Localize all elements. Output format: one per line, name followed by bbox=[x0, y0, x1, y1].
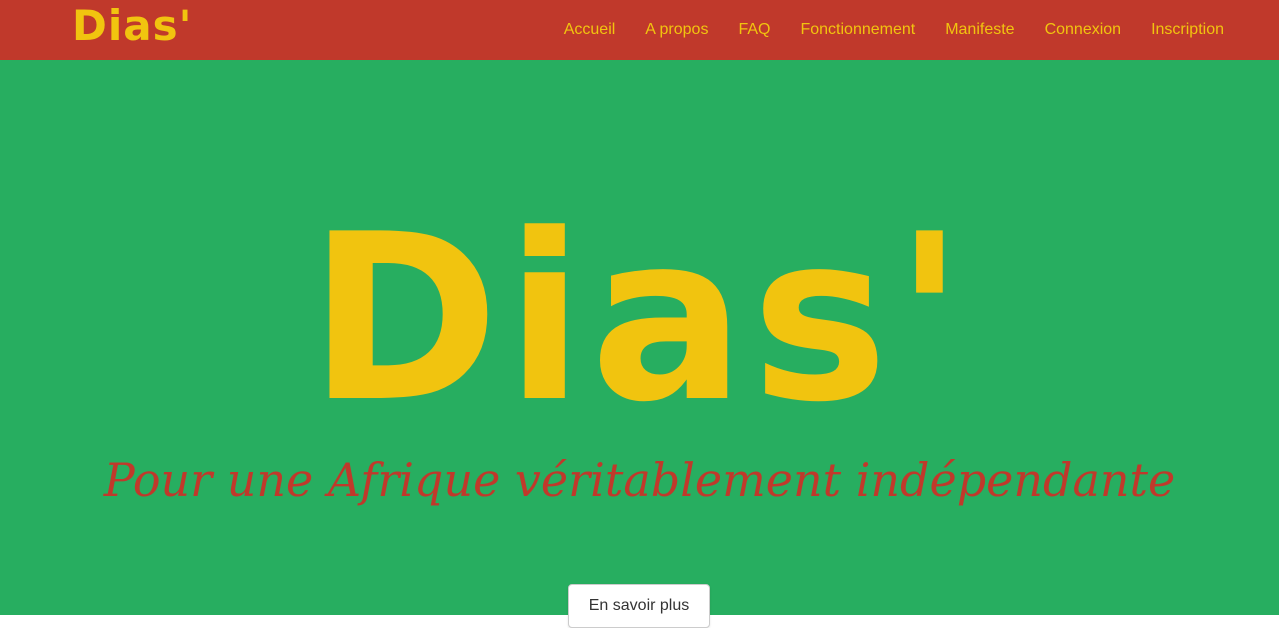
nav-item: Connexion bbox=[1045, 19, 1122, 39]
nav-link-a-propos[interactable]: A propos bbox=[645, 21, 708, 38]
hero-title: Dias' bbox=[308, 186, 971, 453]
nav-link-inscription[interactable]: Inscription bbox=[1151, 21, 1224, 38]
hero-subtitle: Pour une Afrique véritablement indépenda… bbox=[103, 453, 1176, 507]
top-navbar: Dias' Accueil A propos FAQ Fonctionnemen… bbox=[0, 0, 1279, 60]
brand-logo[interactable]: Dias' bbox=[72, 0, 192, 52]
nav-link-connexion[interactable]: Connexion bbox=[1045, 21, 1122, 38]
nav-link-faq[interactable]: FAQ bbox=[738, 21, 770, 38]
nav-item: Manifeste bbox=[945, 19, 1014, 39]
nav-item: A propos bbox=[645, 19, 708, 39]
nav-item: FAQ bbox=[738, 19, 770, 39]
nav-item: Fonctionnement bbox=[800, 19, 915, 39]
nav-link-fonctionnement[interactable]: Fonctionnement bbox=[800, 21, 915, 38]
nav-link-accueil[interactable]: Accueil bbox=[564, 21, 616, 38]
hero-section: Dias' Pour une Afrique véritablement ind… bbox=[0, 60, 1279, 628]
nav-menu: Accueil A propos FAQ Fonctionnement Mani… bbox=[534, 0, 1224, 58]
nav-item: Accueil bbox=[564, 19, 616, 39]
nav-item: Inscription bbox=[1151, 19, 1224, 39]
learn-more-button[interactable]: En savoir plus bbox=[568, 584, 710, 628]
nav-link-manifeste[interactable]: Manifeste bbox=[945, 21, 1014, 38]
